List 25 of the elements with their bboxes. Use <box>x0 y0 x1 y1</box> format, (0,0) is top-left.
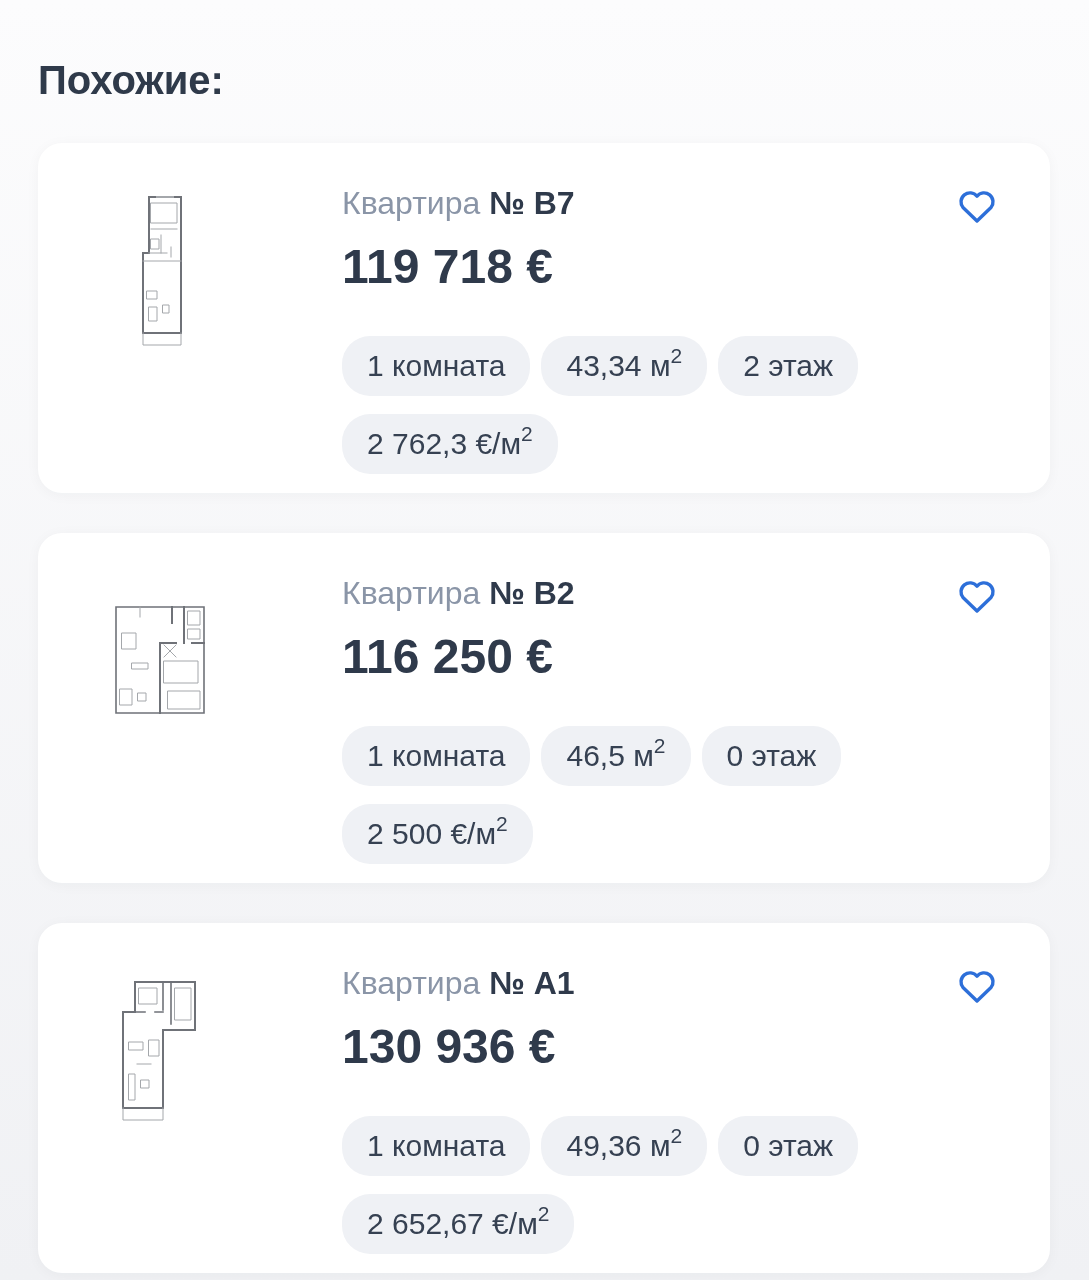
section-heading: Похожие: <box>38 57 224 104</box>
listing-price: 130 936 € <box>342 1019 556 1075</box>
listing-tag: 0 этаж <box>701 726 842 786</box>
listing-tag: 46,5 м$^{2}$ <box>541 726 691 786</box>
listing-title: Квартира № B2 <box>342 574 575 613</box>
listing-tag: 2 652,67 €/м$^{2}$ <box>342 1194 575 1254</box>
listing-title: Квартира № A1 <box>342 964 575 1003</box>
listing-tag: 43,34 м$^{2}$ <box>541 336 708 396</box>
listing-title: Квартира № B7 <box>342 184 575 223</box>
listing-card[interactable]: Квартира № A1 130 936 € 1 комната 49,36 м$^{2}$ 0 этаж 2 652,67 €/м$^{2}$ <box>38 923 1050 1273</box>
listing-tag: 1 комната <box>342 336 531 396</box>
listing-tag: 0 этаж <box>718 1116 859 1176</box>
heart-icon[interactable] <box>958 190 996 224</box>
heart-icon[interactable] <box>958 970 996 1004</box>
listing-tag: 49,36 м$^{2}$ <box>541 1116 708 1176</box>
listing-tag: 2 762,3 €/м$^{2}$ <box>342 414 558 474</box>
listing-price: 119 718 € <box>342 239 553 295</box>
heart-icon[interactable] <box>958 580 996 614</box>
listing-price: 116 250 € <box>342 629 553 685</box>
listing-tag: 2 этаж <box>718 336 859 396</box>
listing-card[interactable]: Квартира № B7 119 718 € 1 комната 43,34 м$^{2}$ 2 этаж 2 762,3 €/м$^{2}$ <box>38 143 1050 493</box>
listing-card[interactable]: Квартира № B2 116 250 € 1 комната 46,5 м$^{2}$ 0 этаж 2 500 €/м$^{2}$ <box>38 533 1050 883</box>
listing-tag: 1 комната <box>342 726 531 786</box>
listing-tag: 2 500 €/м$^{2}$ <box>342 804 533 864</box>
listing-tag: 1 комната <box>342 1116 531 1176</box>
